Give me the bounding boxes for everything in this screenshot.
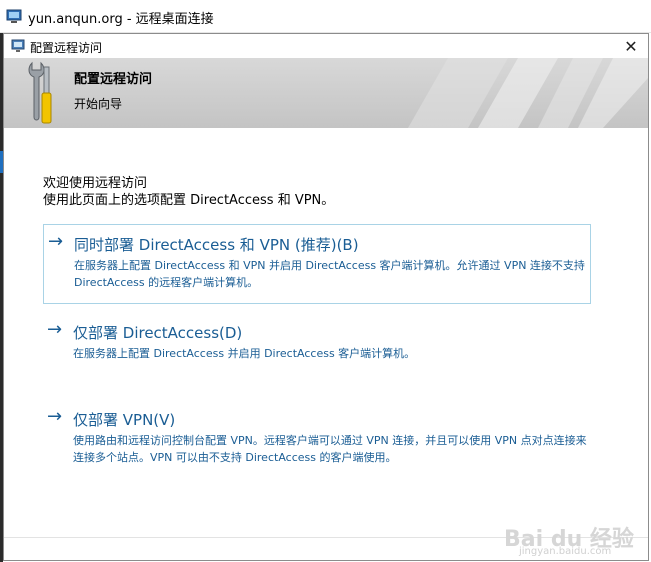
watermark-url: jingyan.baidu.com [519, 546, 612, 557]
option-description: 使用路由和远程访问控制台配置 VPN。远程客户端可以通过 VPN 连接，并且可以… [73, 434, 587, 464]
banner-decoration [408, 58, 648, 128]
banner-subheading: 开始向导 [74, 97, 123, 111]
option-title: 同时部署 DirectAccess 和 VPN (推荐)(B) [74, 236, 359, 254]
arrow-right-icon: → [47, 406, 63, 427]
remote-access-icon [11, 39, 25, 52]
option-deploy-directaccess-only[interactable]: → 仅部署 DirectAccess(D) 在服务器上配置 DirectAcce… [43, 313, 591, 373]
arrow-right-icon: → [48, 231, 64, 252]
rdp-title-bar: yun.anqun.org - 远程桌面连接 [0, 0, 651, 33]
option-title: 仅部署 VPN(V) [73, 411, 176, 429]
remote-desktop-icon [6, 9, 22, 23]
dialog-title: 配置远程访问 [30, 41, 103, 55]
option-deploy-both[interactable]: → 同时部署 DirectAccess 和 VPN (推荐)(B) 在服务器上配… [43, 224, 591, 304]
instruction-text: 使用此页面上的选项配置 DirectAccess 和 VPN。 [43, 193, 335, 208]
wizard-banner: 配置远程访问 开始向导 [4, 58, 648, 128]
wrench-screwdriver-icon [28, 61, 52, 124]
option-description: 在服务器上配置 DirectAccess 并启用 DirectAccess 客户… [73, 347, 416, 360]
dialog-title-bar[interactable]: 配置远程访问 ✕ [4, 34, 648, 58]
option-deploy-vpn-only[interactable]: → 仅部署 VPN(V) 使用路由和远程访问控制台配置 VPN。远程客户端可以通… [43, 400, 591, 480]
option-description: 在服务器上配置 DirectAccess 和 VPN 并启用 DirectAcc… [74, 259, 585, 289]
close-icon[interactable]: ✕ [620, 36, 642, 56]
option-title: 仅部署 DirectAccess(D) [73, 324, 243, 342]
window-title: yun.anqun.org - 远程桌面连接 [28, 12, 214, 27]
banner-heading: 配置远程访问 [74, 72, 153, 87]
arrow-right-icon: → [47, 319, 63, 340]
configure-remote-access-dialog: 配置远程访问 ✕ 配置远程访问 开始向导 欢迎使用远程访问 使用此页面上的选项配… [3, 33, 649, 561]
